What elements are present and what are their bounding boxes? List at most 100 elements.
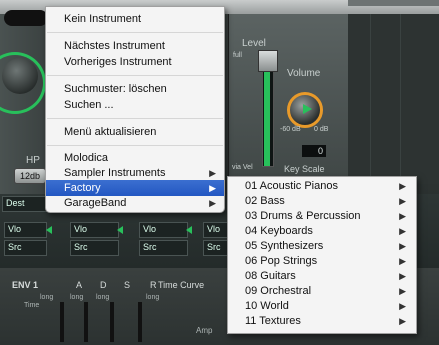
menu-item-previous-instrument[interactable]: Vorheriges Instrument xyxy=(46,54,224,70)
submenu-arrow-icon: ▶ xyxy=(399,286,406,296)
mod-via-select[interactable]: Vlo xyxy=(70,222,119,238)
mod-src-select[interactable]: Src xyxy=(139,240,188,256)
mod-src-select[interactable]: Src xyxy=(70,240,119,256)
grid-line xyxy=(400,14,401,184)
factory-submenu: 01 Acoustic Pianos ▶ 02 Bass ▶ 03 Drums & … xyxy=(227,176,417,334)
volume-max-label: 0 dB xyxy=(314,126,329,133)
level-full-label: full xyxy=(233,52,242,59)
volume-label: Volume xyxy=(287,68,321,79)
arrange-area xyxy=(348,14,439,184)
submenu-arrow-icon: ▶ xyxy=(209,168,216,178)
filter-slope-button[interactable]: 12db xyxy=(14,168,46,184)
menu-separator xyxy=(47,75,223,76)
env-long-label: long xyxy=(40,294,54,301)
submenu-item-label: 01 Acoustic Pianos xyxy=(245,180,338,192)
env-amp-label: Amp xyxy=(196,326,213,335)
timeline-ruler xyxy=(348,0,439,6)
submenu-item-label: 10 World xyxy=(245,300,289,312)
menu-item-label: Molodica xyxy=(64,152,109,164)
menu-item-label: Suchen ... xyxy=(64,99,114,111)
mod-arrow-icon xyxy=(46,226,52,234)
menu-item-garageband[interactable]: GarageBand ▶ xyxy=(46,195,224,211)
submenu-arrow-icon: ▶ xyxy=(399,196,406,206)
env-time-curve-label: Time Curve xyxy=(158,280,204,290)
hp-label: HP xyxy=(26,155,40,166)
menu-item-label: Nächstes Instrument xyxy=(64,40,165,52)
key-scale-label: Key Scale xyxy=(284,164,325,174)
submenu-item-world[interactable]: 10 World ▶ xyxy=(228,299,416,314)
menu-item-label: Vorheriges Instrument xyxy=(64,56,172,68)
submenu-arrow-icon: ▶ xyxy=(399,271,406,281)
submenu-item-bass[interactable]: 02 Bass ▶ xyxy=(228,194,416,209)
env-d-label: D xyxy=(100,280,107,290)
mod-via-select[interactable]: Vlo xyxy=(139,222,188,238)
submenu-arrow-icon: ▶ xyxy=(399,181,406,191)
menu-item-label: Menü aktualisieren xyxy=(64,126,157,138)
mod-via-select[interactable]: Vlo xyxy=(203,222,228,238)
env-sustain-slider[interactable] xyxy=(110,302,114,342)
menu-separator xyxy=(47,118,223,119)
submenu-arrow-icon: ▶ xyxy=(399,226,406,236)
menu-item-no-instrument[interactable]: Kein Instrument xyxy=(46,11,224,27)
mod-via-select[interactable]: Vlo xyxy=(4,222,47,238)
mod-dest-select[interactable]: Dest xyxy=(2,196,47,212)
menu-item-molodica[interactable]: Molodica xyxy=(46,150,224,166)
level-fader-handle[interactable] xyxy=(258,50,278,72)
env-long-label: long xyxy=(146,294,160,301)
submenu-arrow-icon: ▶ xyxy=(399,211,406,221)
env-title: ENV 1 xyxy=(12,280,39,290)
submenu-item-label: 03 Drums & Percussion xyxy=(245,210,361,222)
env-attack-slider[interactable] xyxy=(60,302,64,342)
env-time-label: Time xyxy=(24,302,40,309)
submenu-arrow-icon: ▶ xyxy=(399,301,406,311)
submenu-arrow-icon: ▶ xyxy=(399,256,406,266)
submenu-item-textures[interactable]: 11 Textures ▶ xyxy=(228,314,416,329)
level-fader-fill xyxy=(264,72,270,166)
cutoff-knob-cap[interactable] xyxy=(2,58,38,94)
level-vel-label: via Vel xyxy=(232,164,253,171)
submenu-item-drums-percussion[interactable]: 03 Drums & Percussion ▶ xyxy=(228,209,416,224)
menu-item-search[interactable]: Suchen ... xyxy=(46,97,224,113)
volume-pointer-icon xyxy=(303,104,312,114)
submenu-item-keyboards[interactable]: 04 Keyboards ▶ xyxy=(228,224,416,239)
env-r-label: R xyxy=(150,280,157,290)
instrument-selector[interactable] xyxy=(4,10,48,26)
submenu-item-synthesizers[interactable]: 05 Synthesizers ▶ xyxy=(228,239,416,254)
menu-item-next-instrument[interactable]: Nächstes Instrument xyxy=(46,38,224,54)
env-decay-slider[interactable] xyxy=(84,302,88,342)
menu-item-label: Sampler Instruments xyxy=(64,167,166,179)
submenu-item-label: 04 Keyboards xyxy=(245,225,313,237)
submenu-arrow-icon: ▶ xyxy=(399,316,406,326)
submenu-item-acoustic-pianos[interactable]: 01 Acoustic Pianos ▶ xyxy=(228,179,416,194)
submenu-item-pop-strings[interactable]: 06 Pop Strings ▶ xyxy=(228,254,416,269)
menu-item-factory[interactable]: Factory ▶ xyxy=(46,180,224,196)
menu-item-sampler-instruments[interactable]: Sampler Instruments ▶ xyxy=(46,165,224,181)
key-scale-value[interactable]: 0 xyxy=(302,145,326,157)
submenu-item-guitars[interactable]: 08 Guitars ▶ xyxy=(228,269,416,284)
env-s-label: S xyxy=(124,280,131,290)
submenu-item-label: 08 Guitars xyxy=(245,270,296,282)
env-long-label: long xyxy=(96,294,110,301)
mod-arrow-icon xyxy=(117,226,123,234)
menu-separator xyxy=(47,32,223,33)
volume-min-label: -60 dB xyxy=(280,126,301,133)
menu-item-label: GarageBand xyxy=(64,197,127,209)
env-a-label: A xyxy=(76,280,83,290)
submenu-arrow-icon: ▶ xyxy=(209,183,216,193)
env-release-slider[interactable] xyxy=(138,302,142,342)
submenu-item-label: 09 Orchestral xyxy=(245,285,312,297)
submenu-item-orchestral[interactable]: 09 Orchestral ▶ xyxy=(228,284,416,299)
level-label: Level xyxy=(242,38,266,49)
menu-item-label: Factory xyxy=(64,182,101,194)
submenu-item-label: 11 Textures xyxy=(245,315,301,327)
mod-src-select[interactable]: Src xyxy=(203,240,228,256)
submenu-item-label: 05 Synthesizers xyxy=(245,240,324,252)
submenu-item-label: 02 Bass xyxy=(245,195,285,207)
submenu-arrow-icon: ▶ xyxy=(209,198,216,208)
menu-item-refresh-menu[interactable]: Menü aktualisieren xyxy=(46,124,224,140)
menu-separator xyxy=(47,145,223,146)
menu-item-label: Kein Instrument xyxy=(64,13,142,25)
mod-arrow-icon xyxy=(186,226,192,234)
mod-src-select[interactable]: Src xyxy=(4,240,47,256)
menu-item-clear-search[interactable]: Suchmuster: löschen xyxy=(46,81,224,97)
